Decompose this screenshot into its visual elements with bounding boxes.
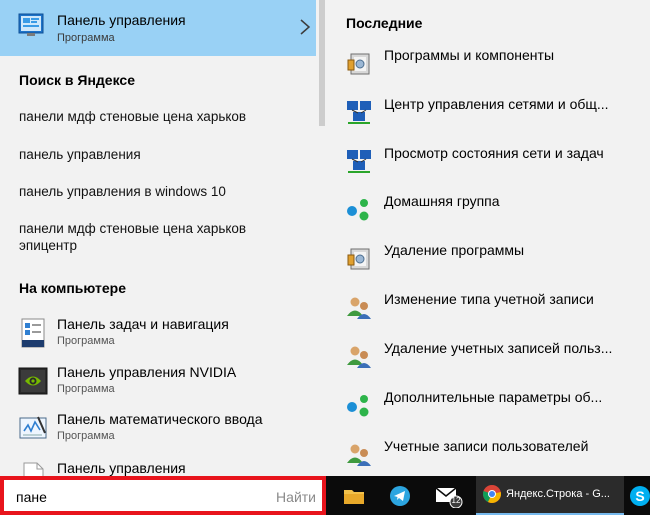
recent-item-label: Домашняя группа <box>384 193 500 209</box>
skype-icon[interactable]: S <box>628 484 650 508</box>
pc-result-item[interactable]: Панель математического ввода Программа <box>0 409 316 455</box>
web-suggestion[interactable]: панель управления <box>19 146 141 163</box>
results-pane: Панель управления Программа Поиск в Янде… <box>0 0 326 476</box>
telegram-icon[interactable] <box>388 484 412 508</box>
recent-item[interactable]: Удаление учетных записей польз... <box>326 340 650 376</box>
recent-item-label: Дополнительные параметры об... <box>384 389 603 405</box>
pc-result-subtitle: Программа <box>57 430 115 442</box>
pc-result-title: Панель управления NVIDIA <box>57 364 237 380</box>
best-match-item[interactable]: Панель управления Программа <box>0 0 326 56</box>
math-input-icon <box>19 416 47 439</box>
web-search-heading: Поиск в Яндексе <box>19 72 135 88</box>
recent-heading: Последние <box>346 15 423 31</box>
user-accounts-icon <box>347 444 371 466</box>
network-status-icon <box>347 150 371 173</box>
recent-item-label: Удаление учетных записей польз... <box>384 340 613 356</box>
recent-item[interactable]: Дополнительные параметры об... <box>326 389 650 425</box>
user-accounts-icon <box>347 346 371 368</box>
yandex-taskbar-button[interactable]: Яндекс.Строка - G... <box>476 476 624 515</box>
recent-item-label: Удаление программы <box>384 242 525 258</box>
web-suggestion[interactable]: панели мдф стеновые цена харьков <box>19 108 246 125</box>
yandex-taskbar-label: Яндекс.Строка - G... <box>506 488 610 500</box>
pc-result-subtitle: Программа <box>57 335 115 347</box>
pc-result-item[interactable]: Панель задач и навигация Программа <box>0 314 316 360</box>
recent-item[interactable]: Просмотр состояния сети и задач <box>326 145 650 181</box>
homegroup-icon <box>347 395 369 417</box>
taskbar-settings-icon <box>21 318 45 348</box>
preview-pane: Последние Программы и компоненты Центр у… <box>326 0 650 476</box>
search-input[interactable]: пане <box>16 489 47 505</box>
recent-item[interactable]: Домашняя группа <box>326 193 650 229</box>
recent-item-label: Учетные записи пользователей <box>384 438 589 454</box>
recent-item[interactable]: Центр управления сетями и общ... <box>326 96 650 132</box>
network-center-icon <box>347 101 371 124</box>
recent-item-label: Программы и компоненты <box>384 47 555 63</box>
recent-item-label: Изменение типа учетной записи <box>384 291 594 307</box>
pc-result-title: Панель управления <box>57 460 186 476</box>
search-flyout: Панель управления Программа Поиск в Янде… <box>0 0 650 515</box>
document-icon <box>23 462 44 476</box>
recent-item[interactable]: Программы и компоненты <box>326 47 650 83</box>
recent-item-label: Центр управления сетями и общ... <box>384 96 609 112</box>
pc-result-subtitle: Программа <box>57 383 115 395</box>
user-accounts-icon <box>347 297 371 319</box>
uninstall-icon <box>347 248 370 270</box>
nvidia-icon <box>18 367 48 395</box>
pc-result-title: Панель задач и навигация <box>57 316 229 332</box>
scrollbar-thumb[interactable] <box>319 0 325 126</box>
pc-result-item[interactable]: Панель управления NVIDIA Программа <box>0 362 316 408</box>
search-button[interactable]: Найти <box>276 489 316 505</box>
web-suggestion[interactable]: панели мдф стеновые цена харьков эпицент… <box>19 220 246 254</box>
recent-item-label: Просмотр состояния сети и задач <box>384 145 604 161</box>
best-match-subtitle: Программа <box>57 32 115 44</box>
taskbar: 12 Яндекс.Строка - G... S <box>326 476 650 515</box>
pc-result-title: Панель математического ввода <box>57 411 263 427</box>
web-suggestion[interactable]: панель управления в windows 10 <box>19 183 226 200</box>
control-panel-icon <box>18 13 44 36</box>
recent-item[interactable]: Учетные записи пользователей <box>326 438 650 474</box>
best-match-title: Панель управления <box>57 12 186 28</box>
results-scrollbar[interactable] <box>316 0 326 476</box>
recent-item[interactable]: Изменение типа учетной записи <box>326 291 650 327</box>
mail-badge: 12 <box>451 496 461 505</box>
homegroup-icon <box>347 199 369 221</box>
chrome-icon <box>483 485 502 503</box>
pc-section-heading: На компьютере <box>19 280 126 296</box>
svg-text:S: S <box>635 488 644 504</box>
programs-features-icon <box>347 53 370 75</box>
pc-result-item[interactable]: Панель управления <box>0 458 316 476</box>
search-box[interactable]: пане Найти <box>0 476 326 515</box>
recent-item[interactable]: Удаление программы <box>326 242 650 278</box>
chevron-right-icon[interactable] <box>298 17 312 37</box>
file-explorer-icon[interactable] <box>342 484 366 508</box>
